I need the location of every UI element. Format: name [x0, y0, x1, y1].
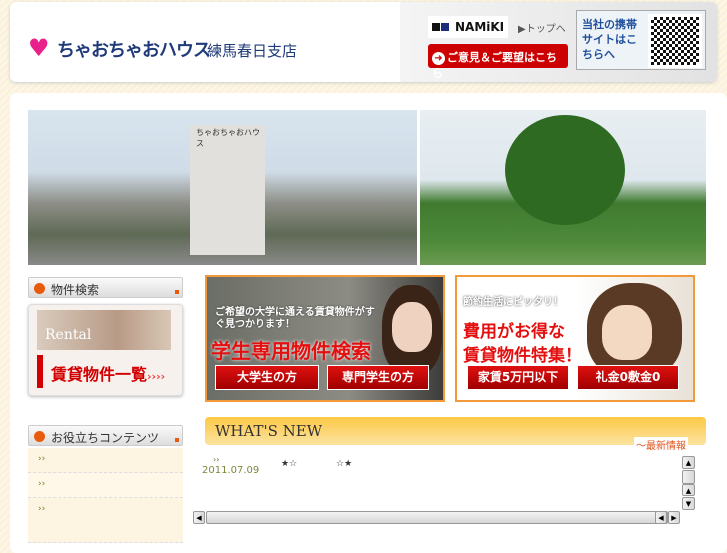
logo-heart-icon: ♥	[28, 34, 50, 62]
property-search-heading: 物件検索	[28, 277, 183, 298]
scroll-right-button[interactable]: ▶	[668, 511, 680, 524]
vertical-scroll-thumb[interactable]	[682, 470, 695, 484]
news-date: 2011.07.09	[202, 465, 260, 476]
useful-contents-heading: お役立ちコンテンツ	[28, 425, 183, 446]
qr-code	[648, 14, 702, 68]
horizontal-scroll-thumb[interactable]	[206, 511, 668, 524]
useful-item[interactable]: ››	[28, 498, 183, 543]
rent-under-50000-button[interactable]: 家賃5万円以下	[467, 365, 569, 390]
namiki-logo[interactable]: NAMiKI	[428, 16, 508, 38]
no-key-money-button[interactable]: 礼金0敷金0	[577, 365, 679, 390]
useful-list: ›› ›› ››	[28, 448, 183, 543]
university-student-button[interactable]: 大学生の方	[215, 365, 319, 390]
branch-name: 練馬春日支店	[207, 42, 298, 60]
header: ♥ ちゃおちゃおハウス 練馬春日支店 NAMiKI ▶トップへ ➜ ご意見＆ご要望…	[10, 2, 717, 82]
mobile-site-link[interactable]: 当社の携帯サイトはこちらへ	[576, 10, 706, 70]
scroll-up-button-2[interactable]: ▲	[682, 484, 695, 496]
rental-list-banner[interactable]: Rental 賃貸物件一覧››››	[28, 304, 183, 396]
top-link[interactable]: ▶トップへ	[518, 20, 566, 35]
scroll-left-button[interactable]: ◀	[193, 511, 205, 524]
rental-en: Rental	[45, 327, 92, 343]
cheap-property-banner[interactable]: 節約生活にピッタリ！ 費用がお得な 賃貸物件特集！ 家賃5万円以下 礼金0敷金0	[455, 275, 695, 402]
tree-image	[505, 115, 625, 225]
scroll-up-button[interactable]: ▲	[682, 456, 695, 469]
scroll-left-button-2[interactable]: ◀	[655, 511, 667, 524]
scroll-down-button[interactable]: ▼	[682, 497, 695, 510]
opinion-button[interactable]: ➜ ご意見＆ご要望はこちら	[428, 44, 568, 80]
news-stars: ★☆	[281, 459, 298, 469]
arrow-right-icon: ➜	[432, 52, 445, 65]
news-marker: ››	[213, 455, 220, 464]
building-image: ちゃおちゃおハウス	[190, 125, 265, 255]
whats-new-heading: WHAT'S NEW	[205, 417, 706, 445]
vocational-student-button[interactable]: 専門学生の方	[327, 365, 429, 390]
useful-item[interactable]: ››	[28, 473, 183, 498]
whats-new-subtitle: ～最新情報	[634, 437, 688, 452]
logo[interactable]: ちゃおちゃおハウス	[57, 36, 211, 62]
useful-item[interactable]: ››	[28, 448, 183, 473]
news-stars: ☆★	[336, 459, 353, 469]
student-search-banner[interactable]: ご希望の大学に通える賃貸物件がすぐ見つかります！ 学生専用物件検索 大学生の方 …	[205, 275, 445, 402]
rental-jp: 賃貸物件一覧››››	[37, 355, 171, 388]
